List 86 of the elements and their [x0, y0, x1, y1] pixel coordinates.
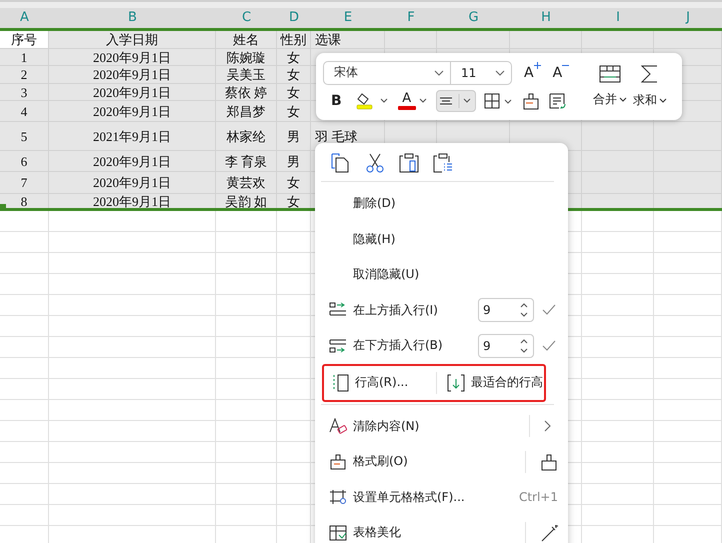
paste-special-icon[interactable]: [433, 153, 453, 173]
table-cell: 3: [0, 84, 49, 100]
menu-item[interactable]: 在下方插入行(B) 9: [315, 328, 568, 364]
table-cell: 女: [277, 84, 311, 100]
row-count-field[interactable]: 9: [478, 334, 534, 358]
sum-button[interactable]: 求和: [633, 64, 668, 109]
table-cell: 2021年9月1日: [49, 122, 216, 150]
table-cell: 女: [277, 172, 311, 193]
table-cell: 男: [277, 151, 311, 171]
menu-item[interactable]: 表格美化: [315, 515, 568, 543]
paste-icon[interactable]: [399, 153, 419, 173]
insert-above-icon: [329, 302, 347, 318]
spin-arrows-icon[interactable]: [519, 338, 529, 354]
bold-button[interactable]: B: [323, 90, 346, 112]
align-button[interactable]: [436, 90, 476, 112]
table-cell: 陈婉璇: [216, 49, 277, 65]
table-cell: 林家纶: [216, 122, 277, 150]
menu-item[interactable]: 清除内容(N): [315, 408, 568, 444]
menu-item[interactable]: 设置单元格格式(F)... Ctrl+1: [315, 480, 568, 515]
menu-item[interactable]: 在上方插入行(I) 9: [315, 292, 568, 328]
table-style-icon: [329, 524, 347, 541]
shortcut-label: Ctrl+1: [518, 490, 558, 504]
table-cell: 2020年9月1日: [49, 101, 216, 121]
menu-item[interactable]: 格式刷(O): [315, 444, 568, 480]
font-color-button[interactable]: A: [398, 90, 428, 112]
format-cells-icon: [329, 489, 347, 506]
magic-wand-icon[interactable]: [540, 524, 558, 542]
table-cell: 女: [277, 66, 311, 83]
cut-icon[interactable]: [365, 153, 385, 173]
table-cell: 姓名: [216, 31, 277, 48]
fill-handle[interactable]: [0, 204, 6, 210]
table-cell: 性别: [277, 31, 311, 48]
table-cell: 郑昌梦: [216, 101, 277, 121]
spin-arrows-icon[interactable]: [519, 302, 529, 318]
table-cell: 2020年9月1日: [49, 172, 216, 193]
table-cell: 4: [0, 101, 49, 121]
autofit-icon: [447, 374, 466, 392]
table-cell: 女: [277, 101, 311, 121]
copy-icon[interactable]: [331, 153, 351, 173]
eraser-icon: [329, 418, 347, 434]
table-cell: 入学日期: [49, 31, 216, 48]
insert-below-icon: [329, 338, 347, 354]
check-icon[interactable]: [542, 304, 556, 316]
row-height-icon: [331, 374, 349, 392]
table-cell: 7: [0, 172, 49, 193]
table-cell: 2020年9月1日: [49, 151, 216, 171]
table-cell: 1: [0, 49, 49, 65]
paintbrush-icon: [329, 454, 347, 470]
table-cell: 吴韵 如: [216, 194, 277, 208]
chevron-right-icon: [544, 420, 552, 432]
row-height-item[interactable]: 行高(R)...: [331, 374, 408, 392]
table-cell: 2: [0, 66, 49, 83]
menu-item[interactable]: 取消隐藏(U): [315, 257, 568, 292]
caret-icon: [619, 97, 628, 102]
table-cell: 5: [0, 122, 49, 150]
increase-font-button[interactable]: A: [520, 62, 541, 84]
menu-item[interactable]: 隐藏(H): [315, 222, 568, 257]
caret-icon: [418, 98, 428, 104]
merge-button[interactable]: 合并: [593, 65, 628, 108]
font-size-dropdown[interactable]: 11: [451, 62, 511, 84]
table-cell: 2020年9月1日: [49, 194, 216, 208]
table-cell: 6: [0, 151, 49, 171]
caret-icon: [659, 98, 668, 103]
row-count-field[interactable]: 9: [478, 298, 534, 322]
table-cell: 2020年9月1日: [49, 84, 216, 100]
table-cell: 吴美玉: [216, 66, 277, 83]
decrease-font-button[interactable]: A: [548, 62, 570, 84]
plus-icon: [534, 62, 541, 68]
merge-cells-icon: [599, 65, 622, 83]
table-cell: 黄芸欢: [216, 172, 277, 193]
table-cell: 选课: [311, 31, 385, 48]
table-cell: 男: [277, 122, 311, 150]
paintbrush-icon[interactable]: [540, 452, 558, 471]
table-cell: 2020年9月1日: [49, 66, 216, 83]
menu-item[interactable]: 删除(D): [315, 186, 568, 222]
table-cell: 李 育泉: [216, 151, 277, 171]
caret-icon: [434, 70, 444, 76]
autofit-row-height-item[interactable]: 最适合的行高: [447, 374, 544, 392]
table-cell: 蔡依 婷: [216, 84, 277, 100]
check-icon[interactable]: [542, 340, 556, 352]
table-cell: 女: [277, 49, 311, 65]
caret-icon: [495, 70, 505, 76]
table-cell: 序号: [0, 31, 49, 48]
table-cell: 女: [277, 194, 311, 208]
font-dropdown[interactable]: 宋体: [324, 62, 451, 84]
table-cell: 2020年9月1日: [49, 49, 216, 65]
